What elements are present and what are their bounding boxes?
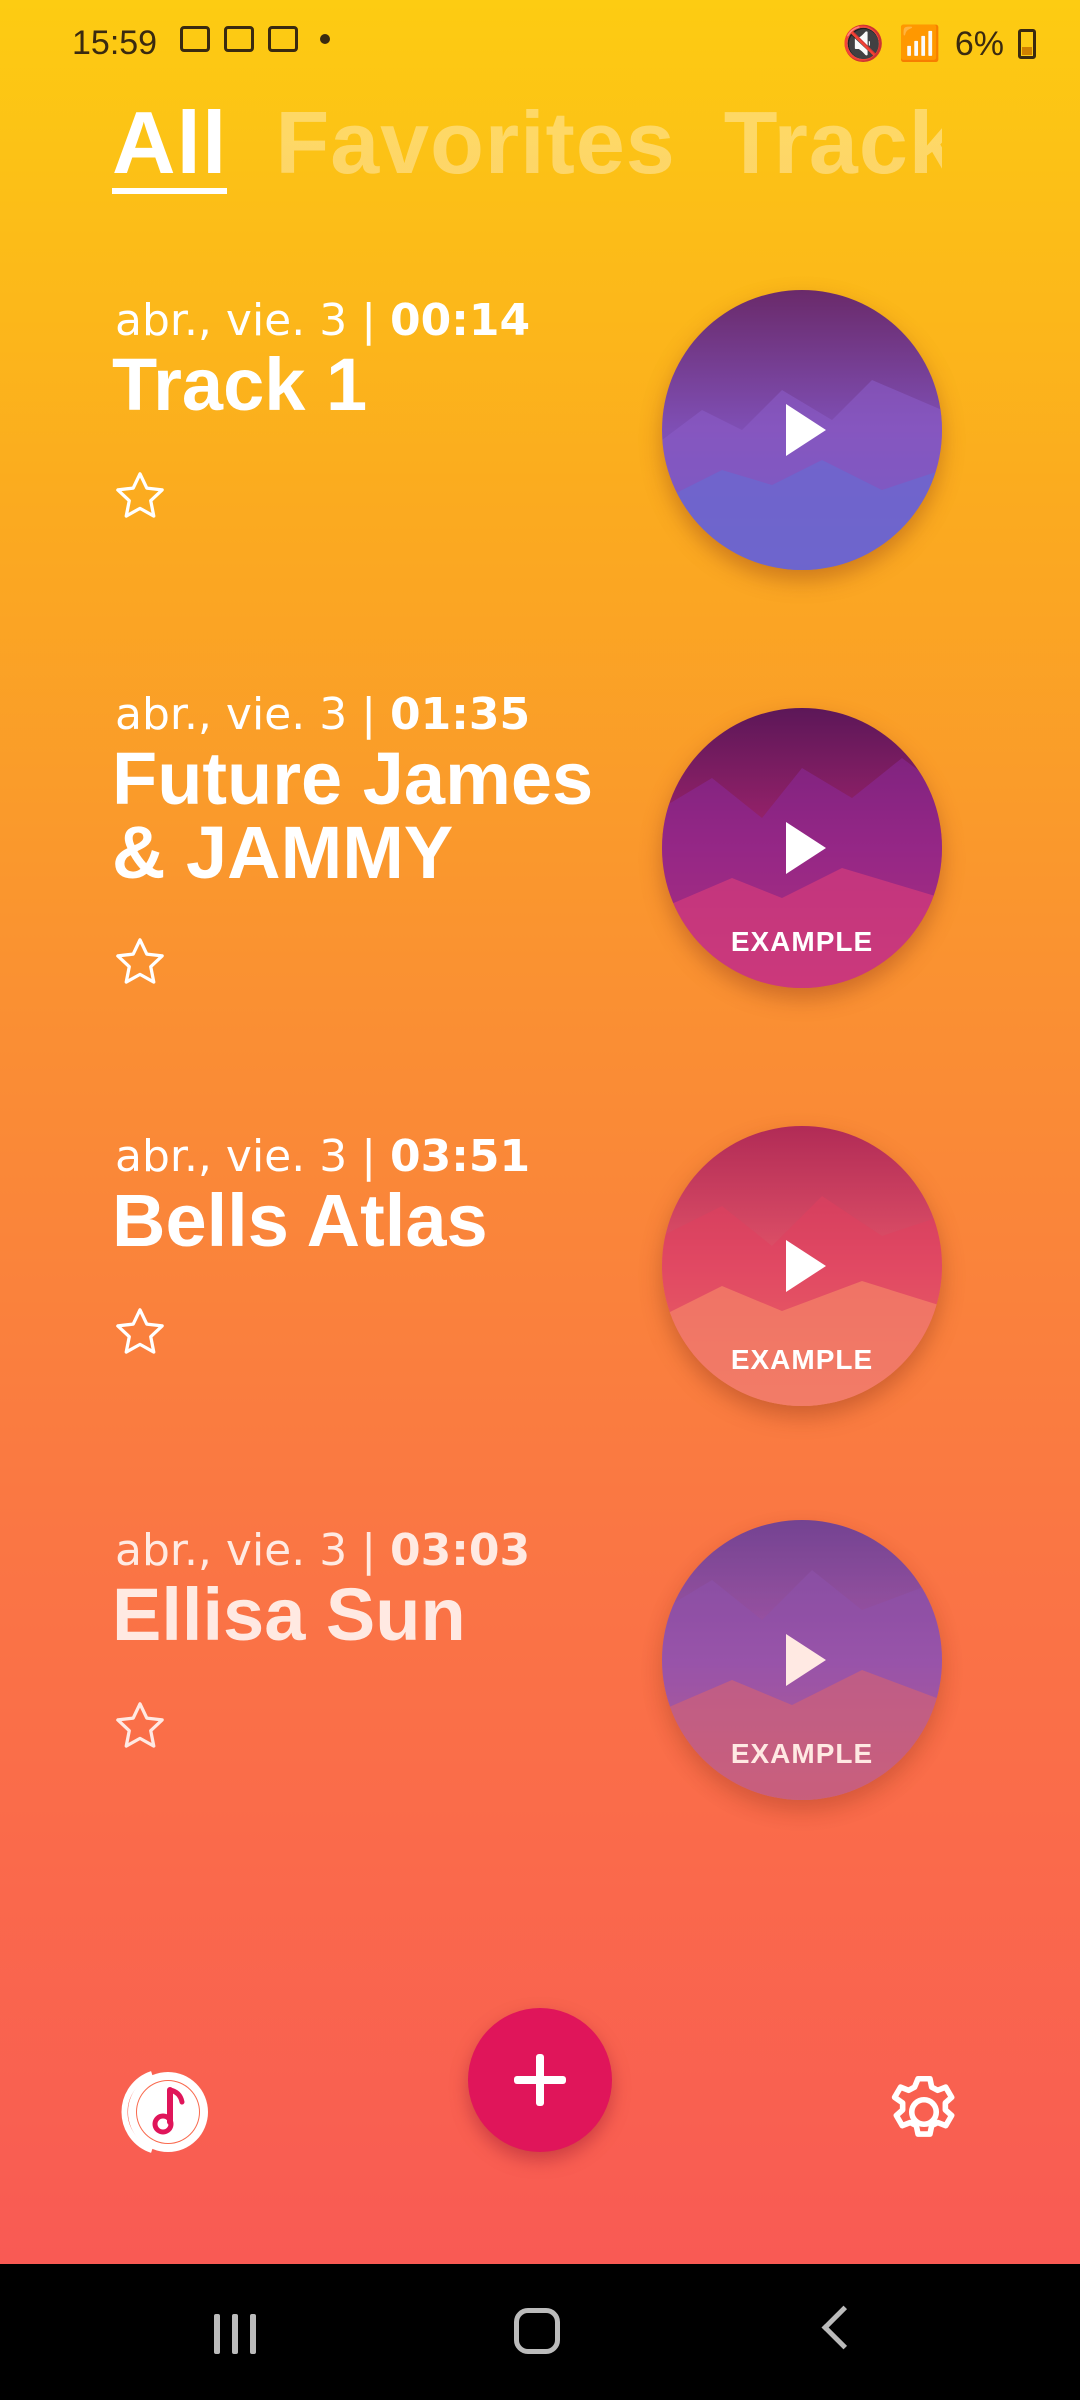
music-note-logo-icon[interactable] <box>112 2062 212 2162</box>
star-outline-icon[interactable] <box>112 1698 168 1754</box>
track-play-disc[interactable] <box>662 290 942 570</box>
recent-bar-icon <box>250 2314 256 2354</box>
recent-apps-button[interactable] <box>214 2314 256 2354</box>
gear-icon[interactable] <box>882 2070 966 2154</box>
mail-icon <box>224 26 254 52</box>
play-icon <box>786 1240 826 1292</box>
recent-bar-icon <box>232 2314 238 2354</box>
status-right: 🔇 📶 6% <box>842 24 1036 64</box>
status-bar: 15:59 🔇 📶 6% <box>0 0 1080 90</box>
add-button[interactable] <box>468 2008 612 2152</box>
tab-all[interactable]: All <box>112 98 228 194</box>
track-meta: abr., vie. 3 | 00:14 <box>115 296 530 346</box>
track-meta: abr., vie. 3 | 01:35 <box>115 690 530 740</box>
app-notification-icon <box>268 26 298 52</box>
track-play-disc[interactable]: EXAMPLE <box>662 708 942 988</box>
example-tag: EXAMPLE <box>730 926 874 957</box>
filter-tabs: All Favorites Tracks <box>112 98 942 198</box>
track-date: abr., vie. 3 | <box>115 689 390 740</box>
app-screen: 15:59 🔇 📶 6% All Favorites Tracks abr., vi… <box>0 0 1080 2264</box>
track-play-disc[interactable]: EXAMPLE <box>662 1520 942 1800</box>
track-title: Bells Atlas <box>112 1179 488 1262</box>
star-outline-icon[interactable] <box>112 468 168 524</box>
track-duration: 03:51 <box>390 1131 531 1182</box>
track-title: Future James & JAMMY <box>112 737 594 894</box>
wifi-icon: 📶 <box>898 25 941 63</box>
track-duration: 01:35 <box>390 689 531 740</box>
system-navigation-bar <box>0 2264 1080 2400</box>
recent-bar-icon <box>214 2314 220 2354</box>
home-button[interactable] <box>514 2308 560 2354</box>
track-title: Track 1 <box>112 343 368 426</box>
play-icon <box>786 822 826 874</box>
track-duration: 00:14 <box>390 295 531 346</box>
battery-percent: 6% <box>954 24 1004 63</box>
star-outline-icon[interactable] <box>112 1304 168 1360</box>
back-button[interactable] <box>821 2305 866 2350</box>
gallery-icon <box>180 26 210 52</box>
track-date: abr., vie. 3 | <box>115 295 390 346</box>
track-date: abr., vie. 3 | <box>115 1525 390 1576</box>
notification-icons <box>180 26 330 52</box>
play-icon <box>786 1634 826 1686</box>
status-time: 15:59 <box>72 24 158 62</box>
tab-tracks[interactable]: Tracks <box>724 98 942 188</box>
example-tag: EXAMPLE <box>730 1344 874 1375</box>
track-duration: 03:03 <box>390 1525 531 1576</box>
tab-favorites[interactable]: Favorites <box>275 98 675 188</box>
track-play-disc[interactable]: EXAMPLE <box>662 1126 942 1406</box>
star-outline-icon[interactable] <box>112 934 168 990</box>
track-title: Ellisa Sun <box>112 1573 466 1656</box>
play-icon <box>786 404 826 456</box>
track-meta: abr., vie. 3 | 03:03 <box>115 1526 530 1576</box>
battery-icon <box>1018 29 1036 59</box>
more-notifications-dot-icon <box>320 34 330 44</box>
track-meta: abr., vie. 3 | 03:51 <box>115 1132 530 1182</box>
mute-icon: 🔇 <box>842 25 885 63</box>
example-tag: EXAMPLE <box>730 1738 874 1769</box>
track-date: abr., vie. 3 | <box>115 1131 390 1182</box>
